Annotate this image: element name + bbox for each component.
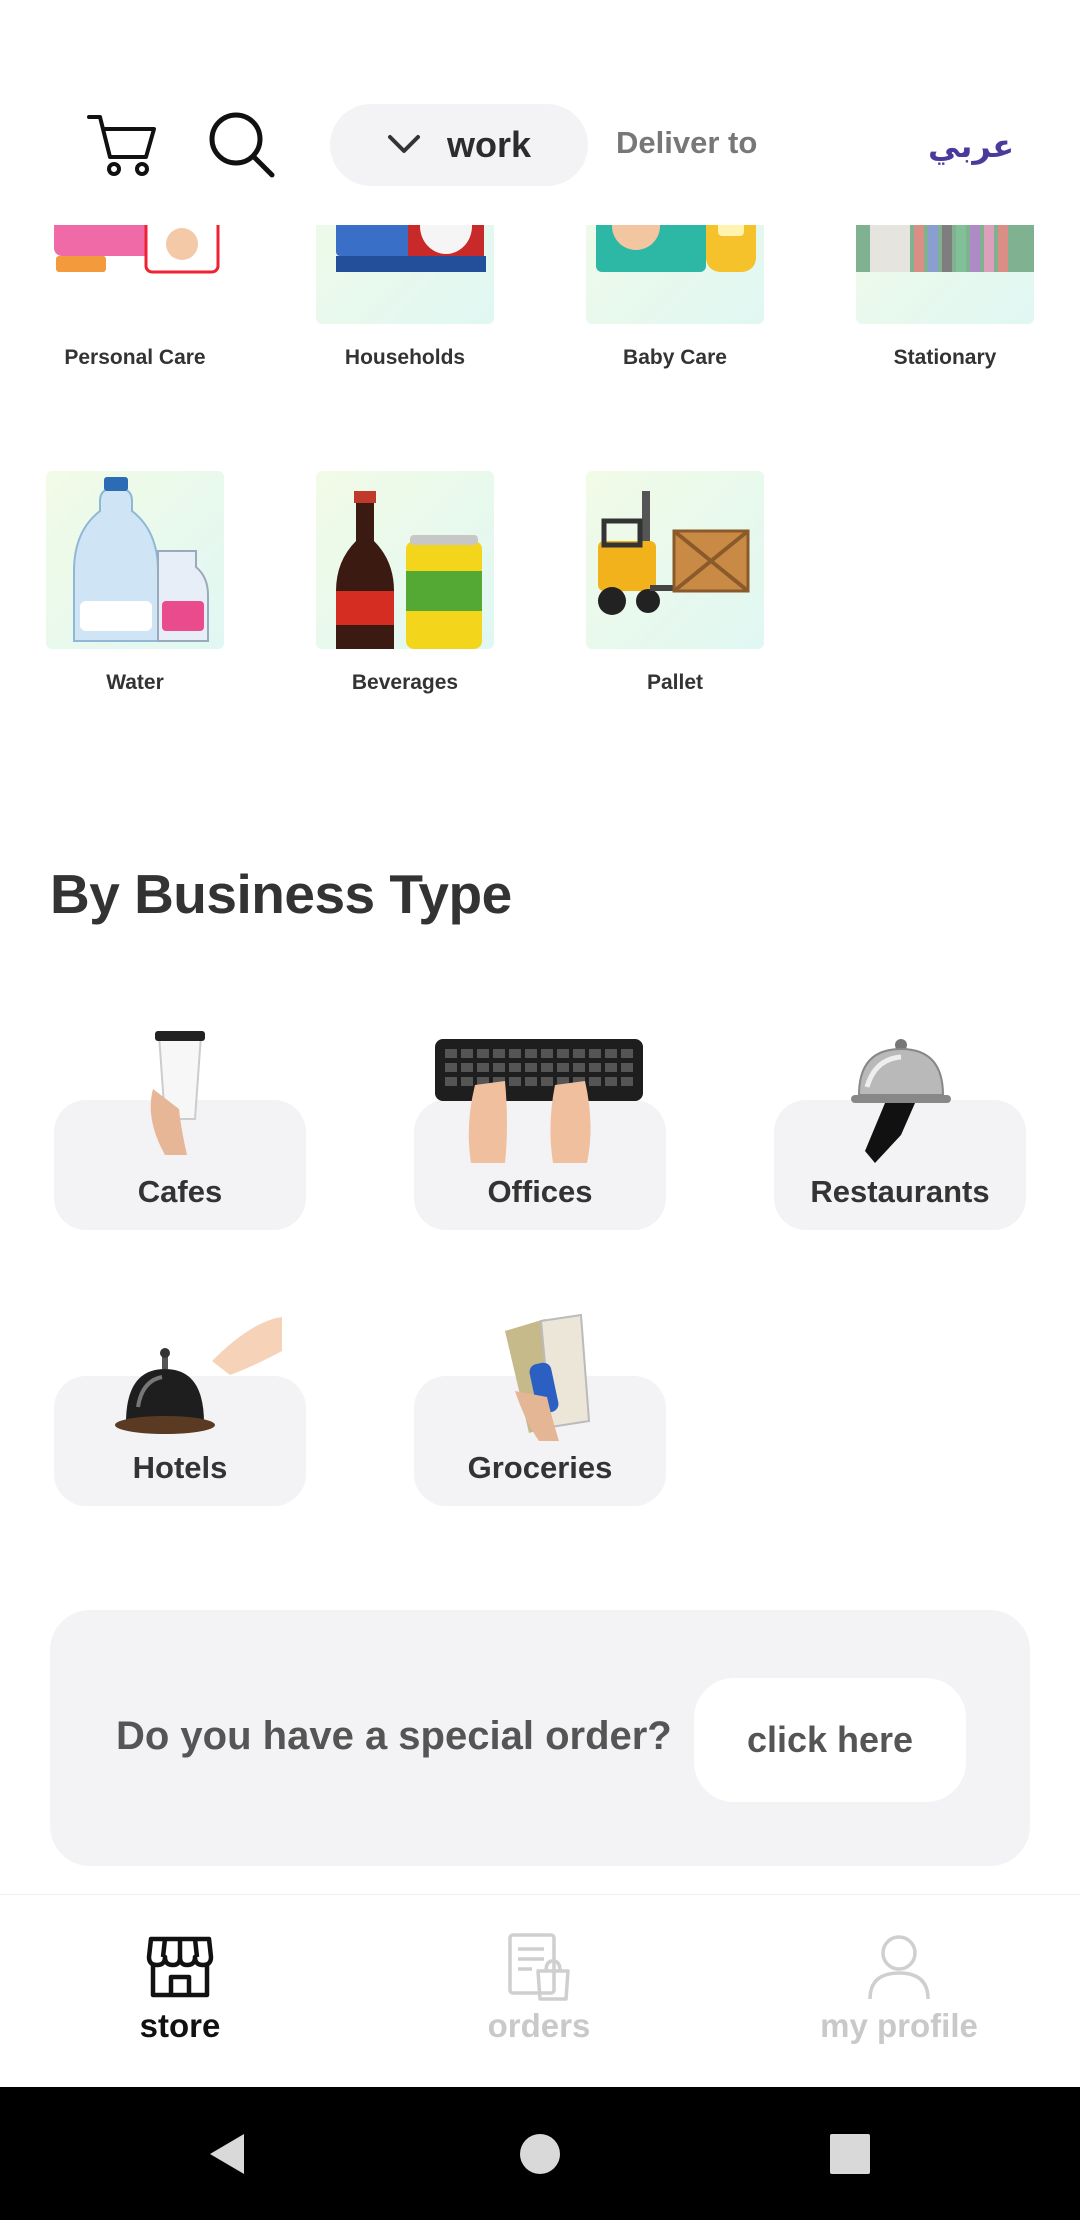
business-offices[interactable]: Offices bbox=[414, 1039, 666, 1230]
beverages-image bbox=[316, 471, 494, 649]
grocery-receipt-icon bbox=[485, 1311, 595, 1446]
back-icon[interactable] bbox=[166, 2087, 286, 2220]
tab-label: my profile bbox=[820, 2007, 978, 2044]
pallet-image bbox=[586, 471, 764, 649]
location-selector[interactable]: work bbox=[330, 104, 588, 186]
recents-icon[interactable] bbox=[790, 2087, 910, 2220]
business-label: Hotels bbox=[132, 1450, 228, 1485]
business-restaurants[interactable]: Restaurants bbox=[774, 1039, 1026, 1230]
system-navigation-bar bbox=[0, 2087, 1080, 2220]
click-here-button[interactable]: click here bbox=[694, 1678, 966, 1802]
category-label: Baby Care bbox=[623, 346, 727, 369]
cloche-icon bbox=[845, 1035, 955, 1170]
category-label: Households bbox=[344, 346, 466, 369]
profile-icon bbox=[868, 1935, 930, 2000]
orders-icon bbox=[508, 1933, 570, 2001]
search-icon[interactable] bbox=[202, 105, 282, 185]
category-water[interactable]: Water bbox=[46, 471, 224, 695]
section-title: By Business Type bbox=[50, 863, 512, 925]
tab-my-profile[interactable]: my profile bbox=[774, 1895, 1024, 2088]
bottom-navigation: store orders my profile bbox=[0, 1894, 1080, 2087]
business-hotels[interactable]: Hotels bbox=[54, 1317, 306, 1506]
category-label: Pallet bbox=[646, 671, 704, 694]
business-groceries[interactable]: Groceries bbox=[414, 1313, 666, 1506]
tab-store[interactable]: store bbox=[55, 1895, 305, 2088]
language-toggle[interactable]: عربي bbox=[928, 127, 1014, 165]
business-cafes[interactable]: Cafes bbox=[54, 1031, 306, 1230]
store-icon bbox=[146, 1936, 214, 1998]
keyboard-icon bbox=[435, 1035, 645, 1170]
category-label: Water bbox=[106, 671, 164, 694]
business-label: Cafes bbox=[137, 1174, 223, 1209]
category-pallet[interactable]: Pallet bbox=[586, 471, 764, 695]
business-label: Groceries bbox=[467, 1450, 613, 1485]
category-label: Beverages bbox=[351, 671, 459, 694]
category-label: Personal Care bbox=[64, 346, 206, 369]
cart-icon[interactable] bbox=[82, 105, 162, 185]
water-image bbox=[46, 471, 224, 649]
tab-orders[interactable]: orders bbox=[414, 1895, 664, 2088]
deliver-to-label: Deliver to bbox=[616, 125, 758, 160]
category-label: Stationary bbox=[893, 346, 997, 369]
service-bell-icon bbox=[112, 1311, 282, 1446]
chevron-down-icon bbox=[387, 135, 420, 153]
business-label: Restaurants bbox=[810, 1174, 990, 1209]
coffee-cup-icon bbox=[135, 1029, 225, 1164]
tab-label: store bbox=[139, 2007, 221, 2044]
location-value: work bbox=[446, 124, 532, 165]
special-order-banner: Do you have a special order? click here bbox=[50, 1610, 1030, 1866]
tab-label: orders bbox=[487, 2007, 591, 2044]
category-beverages[interactable]: Beverages bbox=[316, 471, 494, 695]
special-order-question: Do you have a special order? bbox=[116, 1714, 672, 1758]
home-icon[interactable] bbox=[480, 2087, 600, 2220]
business-label: Offices bbox=[487, 1174, 593, 1209]
top-header: work Deliver to عربي bbox=[0, 0, 1080, 225]
